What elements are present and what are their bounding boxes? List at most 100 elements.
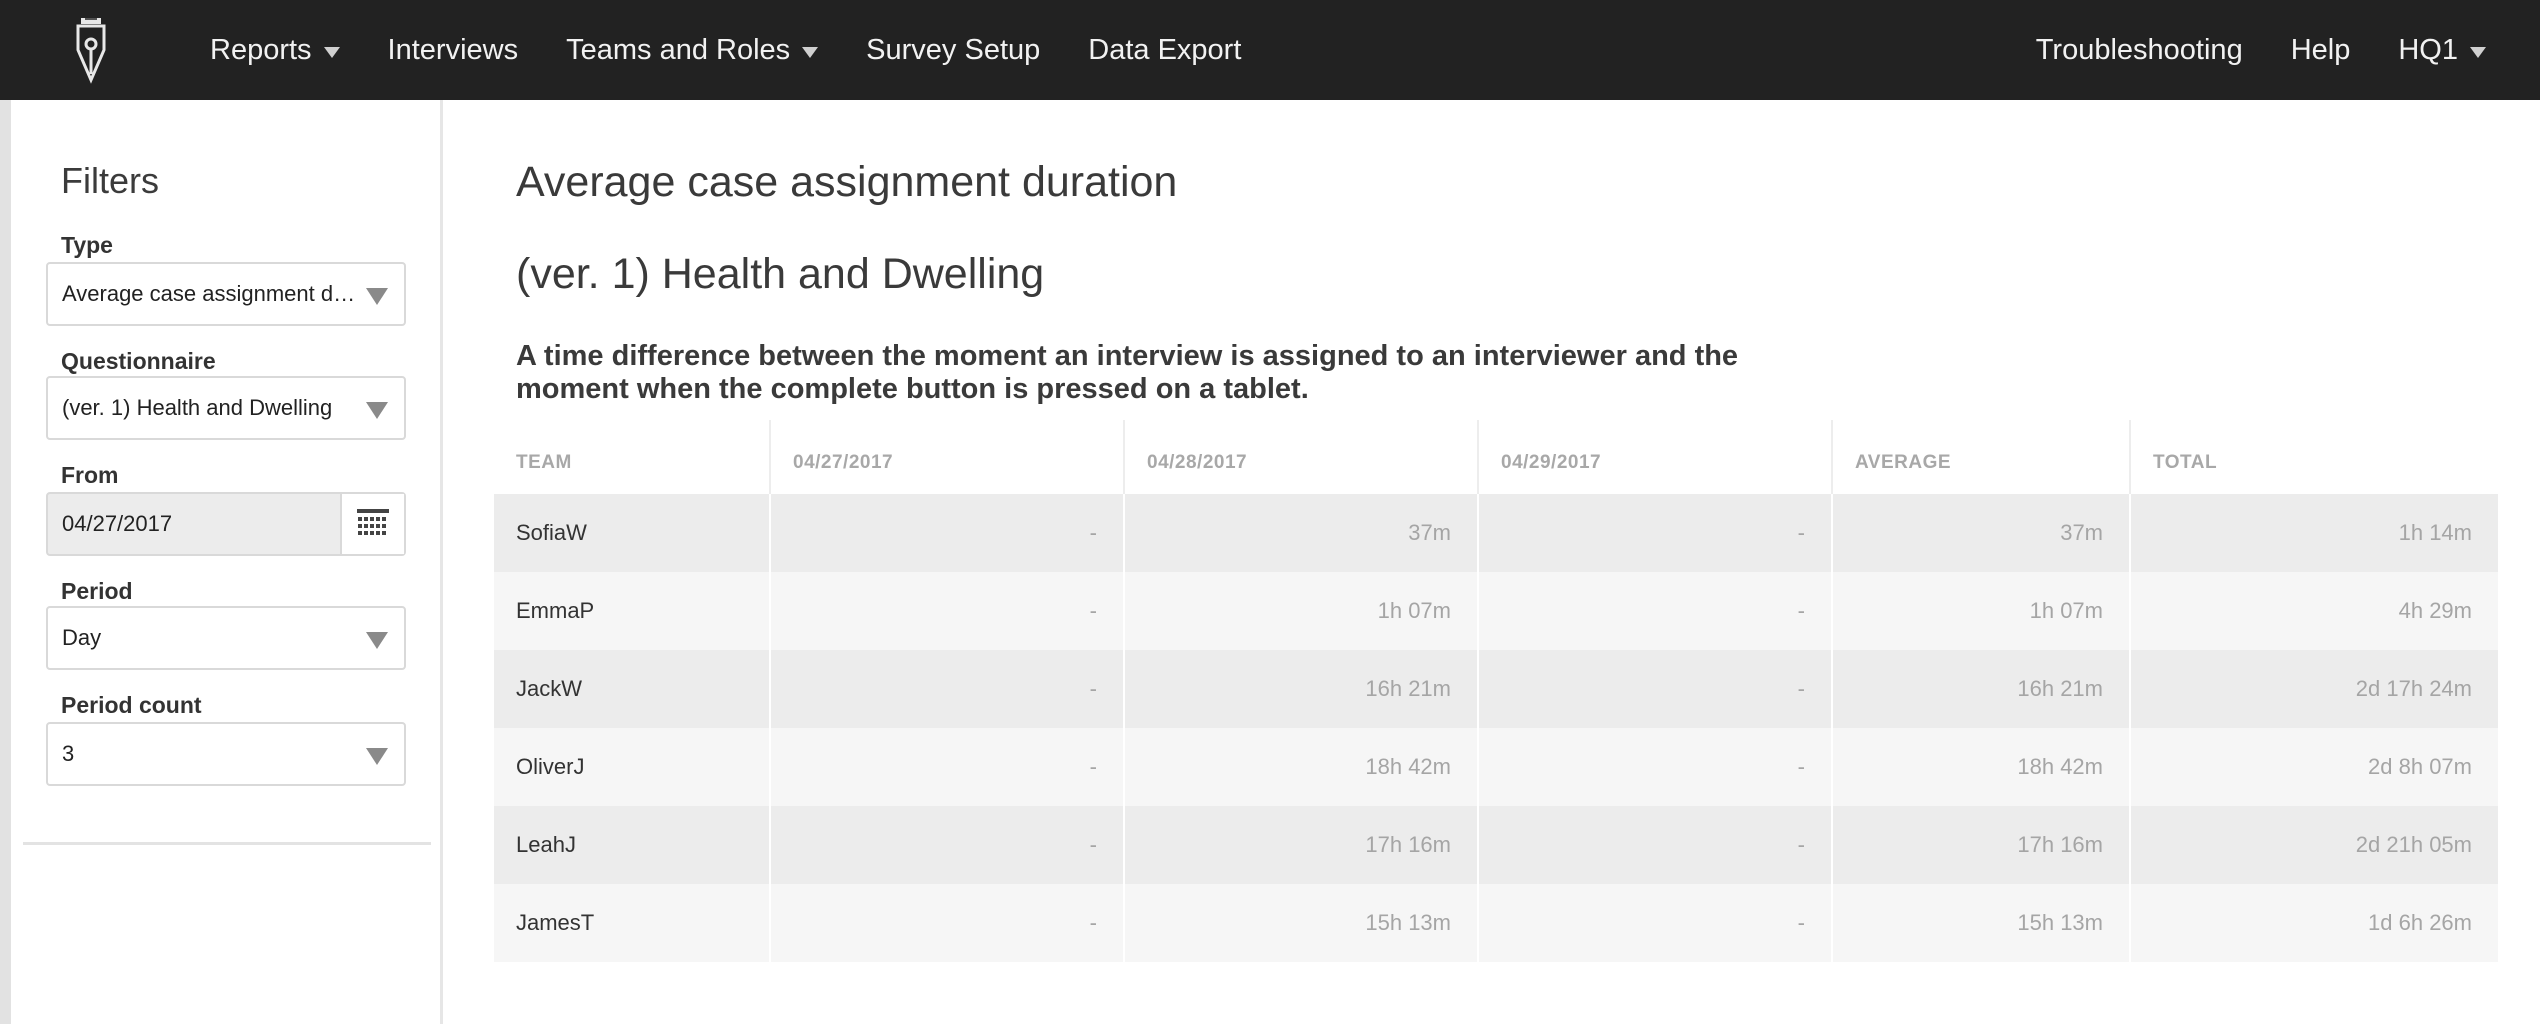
column-header-date-3[interactable]: 04/29/2017 [1478, 420, 1833, 494]
nav-survey-setup-label: Survey Setup [866, 33, 1041, 66]
column-header-total[interactable]: TOTAL [2130, 420, 2498, 494]
value-cell: - [1478, 494, 1833, 572]
dropdown-arrow-icon [366, 632, 388, 649]
value-cell: - [1478, 572, 1833, 650]
questionnaire-label: Questionnaire [61, 348, 216, 374]
period-count-select[interactable]: 3 [46, 722, 406, 786]
column-header-team[interactable]: TEAM [494, 420, 771, 494]
value-cell: - [770, 494, 1125, 572]
sidebar-divider [23, 842, 431, 845]
type-label: Type [61, 232, 113, 258]
table-row: LeahJ - 17h 16m - 17h 16m 2d 21h 05m [494, 806, 2498, 884]
table-header-row: TEAM 04/27/2017 04/28/2017 04/29/2017 AV… [494, 420, 2498, 494]
report-subtitle: (ver. 1) Health and Dwelling [516, 250, 1045, 298]
main-nav: Reports Interviews Teams and Roles Surve… [186, 0, 1265, 100]
average-cell: 18h 42m [1832, 728, 2131, 806]
report-description: A time difference between the moment an … [516, 340, 1739, 405]
chevron-down-icon [2470, 46, 2486, 58]
nav-teams-label: Teams and Roles [566, 33, 791, 66]
table-row: JamesT - 15h 13m - 15h 13m 1d 6h 26m [494, 884, 2498, 962]
table-row: OliverJ - 18h 42m - 18h 42m 2d 8h 07m [494, 728, 2498, 806]
nav-help[interactable]: Help [2267, 0, 2375, 100]
report-main: Average case assignment duration (ver. 1… [446, 100, 2540, 1024]
table-row: SofiaW - 37m - 37m 1h 14m [494, 494, 2498, 572]
total-cell: 4h 29m [2130, 572, 2498, 650]
total-cell: 1d 6h 26m [2130, 884, 2498, 962]
period-label: Period [61, 578, 133, 604]
average-cell: 17h 16m [1832, 806, 2131, 884]
table-row: JackW - 16h 21m - 16h 21m 2d 17h 24m [494, 650, 2498, 728]
column-header-date-2[interactable]: 04/28/2017 [1124, 420, 1479, 494]
filters-sidebar: Filters Type Average case assignment dur… [11, 100, 443, 1024]
nav-survey-setup[interactable]: Survey Setup [842, 0, 1064, 100]
report-table: TEAM 04/27/2017 04/28/2017 04/29/2017 AV… [494, 420, 2498, 962]
total-cell: 2d 17h 24m [2130, 650, 2498, 728]
type-select-value: Average case assignment duration [62, 281, 362, 306]
average-cell: 15h 13m [1832, 884, 2131, 962]
calendar-icon[interactable] [340, 494, 404, 554]
total-cell: 2d 21h 05m [2130, 806, 2498, 884]
dropdown-arrow-icon [366, 748, 388, 765]
questionnaire-select-value: (ver. 1) Health and Dwelling [62, 395, 333, 420]
questionnaire-select[interactable]: (ver. 1) Health and Dwelling [46, 376, 406, 440]
period-select[interactable]: Day [46, 606, 406, 670]
left-edge-strip [0, 100, 11, 1024]
chevron-down-icon [323, 46, 340, 58]
value-cell: - [1478, 884, 1833, 962]
report-title: Average case assignment duration [516, 158, 1178, 206]
period-count-label: Period count [61, 692, 202, 718]
team-cell: JamesT [494, 884, 771, 962]
from-label: From [61, 462, 119, 488]
nav-data-export-label: Data Export [1088, 33, 1242, 66]
team-cell: JackW [494, 650, 771, 728]
value-cell: - [1478, 728, 1833, 806]
value-cell: - [1478, 806, 1833, 884]
value-cell: 15h 13m [1124, 884, 1479, 962]
average-cell: 1h 07m [1832, 572, 2131, 650]
type-select[interactable]: Average case assignment duration [46, 262, 406, 326]
column-header-date-1[interactable]: 04/27/2017 [770, 420, 1125, 494]
value-cell: 1h 07m [1124, 572, 1479, 650]
nav-reports-label: Reports [210, 33, 312, 66]
nav-right: Troubleshooting Help HQ1 [2012, 0, 2540, 100]
app-logo-icon[interactable] [52, 16, 130, 84]
value-cell: - [770, 806, 1125, 884]
dropdown-arrow-icon [366, 402, 388, 419]
top-navbar: Reports Interviews Teams and Roles Surve… [0, 0, 2540, 100]
total-cell: 2d 8h 07m [2130, 728, 2498, 806]
team-cell: LeahJ [494, 806, 771, 884]
period-count-value: 3 [62, 741, 75, 766]
nav-interviews-label: Interviews [387, 33, 519, 66]
dropdown-arrow-icon [366, 288, 388, 305]
total-cell: 1h 14m [2130, 494, 2498, 572]
period-select-value: Day [62, 625, 102, 650]
team-cell: EmmaP [494, 572, 771, 650]
team-cell: SofiaW [494, 494, 771, 572]
nav-user-label: HQ1 [2398, 33, 2458, 66]
from-date-value: 04/27/2017 [62, 511, 173, 536]
average-cell: 37m [1832, 494, 2131, 572]
team-cell: OliverJ [494, 728, 771, 806]
value-cell: - [770, 884, 1125, 962]
nav-troubleshooting[interactable]: Troubleshooting [2012, 0, 2267, 100]
value-cell: 16h 21m [1124, 650, 1479, 728]
nav-interviews[interactable]: Interviews [364, 0, 543, 100]
value-cell: - [770, 728, 1125, 806]
nav-data-export[interactable]: Data Export [1064, 0, 1265, 100]
nav-troubleshooting-label: Troubleshooting [2035, 33, 2243, 66]
column-header-average[interactable]: AVERAGE [1832, 420, 2131, 494]
value-cell: - [770, 572, 1125, 650]
nav-reports[interactable]: Reports [186, 0, 364, 100]
value-cell: 17h 16m [1124, 806, 1479, 884]
value-cell: 37m [1124, 494, 1479, 572]
value-cell: 18h 42m [1124, 728, 1479, 806]
nav-user-menu[interactable]: HQ1 [2374, 0, 2510, 100]
filters-title: Filters [61, 160, 159, 201]
average-cell: 16h 21m [1832, 650, 2131, 728]
from-date-field[interactable]: 04/27/2017 [46, 492, 406, 556]
nav-help-label: Help [2290, 33, 2351, 66]
nav-teams-and-roles[interactable]: Teams and Roles [542, 0, 842, 100]
value-cell: - [770, 650, 1125, 728]
value-cell: - [1478, 650, 1833, 728]
table-row: EmmaP - 1h 07m - 1h 07m 4h 29m [494, 572, 2498, 650]
